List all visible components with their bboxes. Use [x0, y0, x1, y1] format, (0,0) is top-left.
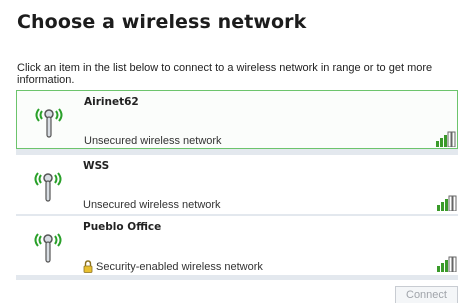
network-status: Security-enabled wireless network — [83, 260, 263, 273]
wireless-antenna-icon — [35, 108, 63, 138]
wireless-antenna-icon — [34, 172, 62, 202]
network-item-airinet62[interactable]: Airinet62 Unsecured wireless network — [16, 90, 458, 149]
network-status-label: Unsecured wireless network — [83, 199, 221, 211]
network-status-label: Unsecured wireless network — [84, 135, 222, 147]
connect-button[interactable]: Connect — [395, 286, 458, 303]
signal-strength-icon — [436, 131, 456, 147]
network-status-label: Security-enabled wireless network — [96, 260, 263, 273]
network-status: Unsecured wireless network — [83, 199, 221, 211]
network-item-pueblo-office[interactable]: Pueblo Office Security-enabled wireless … — [16, 216, 458, 275]
lock-icon — [83, 260, 93, 273]
network-list[interactable]: Airinet62 Unsecured wireless network WSS… — [16, 90, 458, 280]
wireless-network-dialog: Choose a wireless network Click an item … — [0, 0, 458, 303]
network-name: Pueblo Office — [83, 221, 162, 233]
instruction-text: Click an item in the list below to conne… — [17, 62, 433, 86]
network-name: WSS — [83, 160, 110, 172]
page-title: Choose a wireless network — [17, 11, 307, 33]
network-item-wss[interactable]: WSS Unsecured wireless network — [16, 155, 458, 214]
network-name: Airinet62 — [84, 96, 139, 108]
network-status: Unsecured wireless network — [84, 135, 222, 147]
signal-strength-icon — [437, 195, 457, 211]
wireless-antenna-icon — [34, 233, 62, 263]
signal-strength-icon — [437, 256, 457, 272]
